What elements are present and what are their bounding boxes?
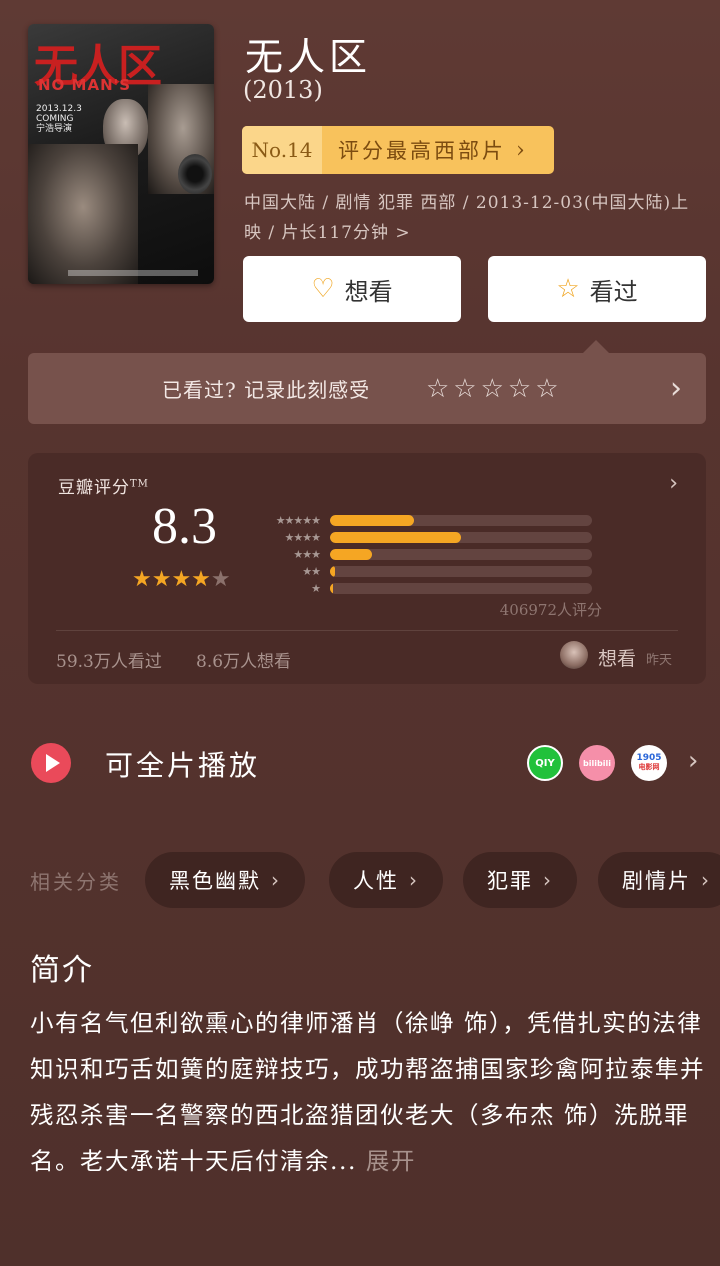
rating-bar [330, 548, 592, 560]
chevron-right-icon: › [409, 868, 419, 892]
rank-number: No.14 [242, 126, 322, 174]
chevron-right-icon[interactable]: › [669, 471, 678, 496]
category-chip[interactable]: 犯罪 › [463, 852, 577, 908]
rating-distribution-row: ★ [264, 581, 592, 595]
expand-link[interactable]: 展开 [366, 1147, 416, 1175]
poster-date: 2013.12.3 COMING 宁浩导演 [36, 104, 82, 134]
movie-meta[interactable]: 中国大陆 / 剧情 犯罪 西部 / 2013-12-03(中国大陆)上映 / 片… [244, 188, 704, 248]
rating-stars-input[interactable]: ☆☆☆☆☆ [426, 374, 563, 404]
star-level-label: ★★★ [293, 547, 321, 561]
rating-bar-fill [330, 531, 461, 543]
poster-gun [178, 154, 212, 194]
poster-credits [68, 270, 198, 276]
star-icon: ☆ [556, 274, 580, 304]
category-chip[interactable]: 剧情片 › [598, 852, 720, 908]
friend-avatar[interactable] [560, 641, 588, 669]
star-level-label: ★★★★★ [275, 513, 321, 527]
rating-bar [330, 514, 592, 526]
rank-badge[interactable]: No.14 评分最高西部片 › [242, 126, 554, 174]
heart-plus-icon: ♡ [311, 274, 335, 304]
rating-count: 406972人评分 [499, 601, 602, 619]
poster-figure [28, 144, 138, 284]
play-label[interactable]: 可全片播放 [105, 744, 260, 784]
category-chip[interactable]: 黑色幽默 › [145, 852, 305, 908]
iqiyi-logo-icon[interactable]: QIY [527, 745, 563, 781]
rating-distribution-row: ★★★ [264, 547, 592, 561]
record-prompt: 已看过? 记录此刻感受 [162, 378, 371, 402]
seen-button[interactable]: ☆ 看过 [488, 256, 706, 322]
record-feeling-bar[interactable]: 已看过? 记录此刻感受 ☆☆☆☆☆ › [28, 353, 706, 424]
chevron-right-icon: › [701, 868, 711, 892]
want-count: 8.6万人想看 [196, 652, 292, 672]
star-level-label: ★★★★ [284, 530, 321, 544]
m1905-logo-icon[interactable]: 1905 电影网 [631, 745, 667, 781]
rating-bar [330, 582, 592, 594]
play-icon[interactable] [31, 743, 71, 783]
intro-heading: 简介 [30, 953, 94, 988]
movie-title: 无人区 [245, 35, 372, 79]
category-chip[interactable]: 人性 › [329, 852, 443, 908]
divider [56, 630, 678, 631]
rating-bar-fill [330, 548, 372, 560]
rating-bar [330, 531, 592, 543]
movie-year: (2013) [243, 76, 323, 104]
rating-bar-fill [330, 565, 336, 577]
friend-action: 想看 [598, 648, 637, 670]
rating-bar-fill [330, 514, 414, 526]
chevron-right-icon: › [271, 868, 281, 892]
poster-english-title: NO MAN'S [38, 76, 132, 94]
chevron-right-icon[interactable]: › [688, 746, 698, 776]
douban-rating-card[interactable]: 豆瓣评分TM › 8.3 ★★★★★ ★★★★★ ★★★★ ★★★ ★★ ★ 40697… [28, 453, 706, 684]
rating-bar [330, 565, 592, 577]
seen-count: 59.3万人看过 [56, 652, 162, 672]
rating-bar-fill [330, 582, 333, 594]
want-button[interactable]: ♡ 想看 [243, 256, 461, 322]
chevron-right-icon: › [516, 137, 525, 163]
movie-poster[interactable]: 无人区 NO MAN'S 2013.12.3 COMING 宁浩导演 [28, 24, 214, 284]
rank-text: 评分最高西部片 [338, 139, 506, 163]
chevron-right-icon: › [543, 868, 553, 892]
popover-caret [582, 340, 610, 354]
rating-distribution-row: ★★★★★ [264, 513, 592, 527]
bilibili-logo-icon[interactable]: bilibili [579, 745, 615, 781]
rating-label: 豆瓣评分TM [58, 478, 149, 498]
rating-score: 8.3 [152, 498, 217, 555]
want-label: 想看 [344, 277, 393, 306]
intro-text: 小有名气但利欲熏心的律师潘肖（徐峥 饰），凭借扎实的法律知识和巧舌如簧的庭辩技巧… [30, 1009, 705, 1175]
rating-distribution-row: ★★ [264, 564, 592, 578]
star-level-label: ★ [311, 581, 321, 595]
chevron-right-icon: › [670, 371, 682, 406]
rating-distribution-row: ★★★★ [264, 530, 592, 544]
rating-stars: ★★★★★ [132, 567, 231, 592]
friend-time: 昨天 [646, 653, 673, 668]
seen-label: 看过 [589, 277, 638, 306]
categories-label: 相关分类 [30, 870, 122, 894]
star-level-label: ★★ [302, 564, 321, 578]
